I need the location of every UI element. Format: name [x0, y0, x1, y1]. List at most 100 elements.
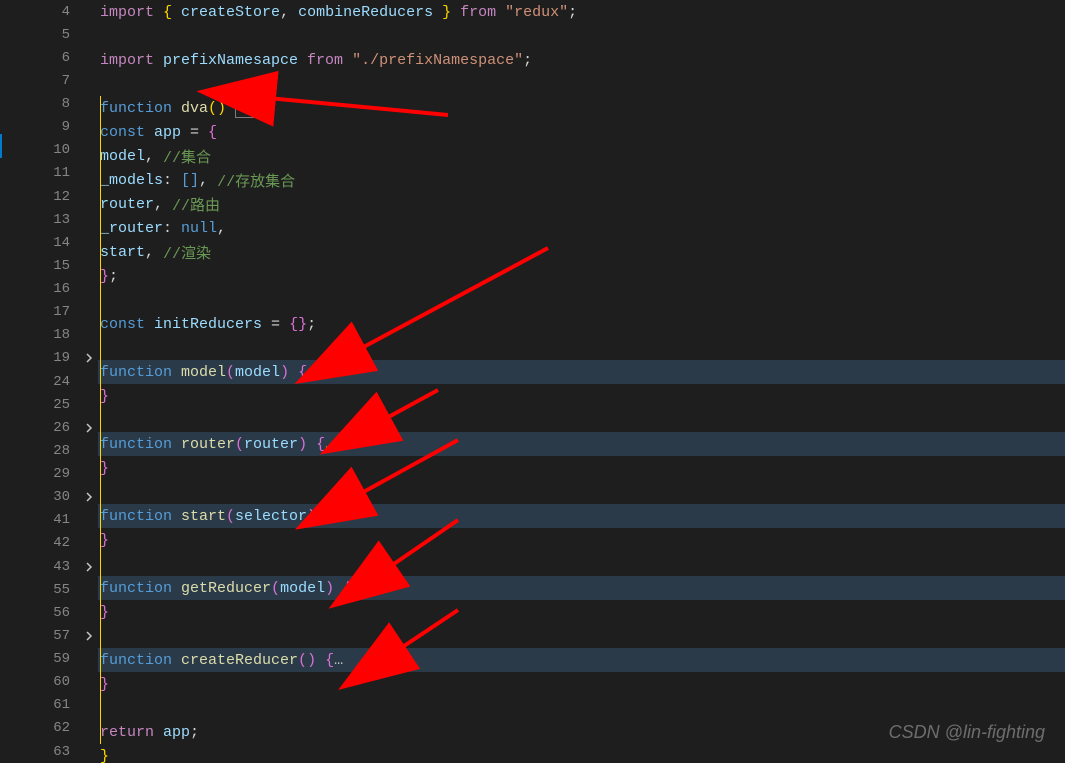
code-line[interactable]: [98, 72, 1065, 96]
gutter-row: 19: [20, 347, 98, 370]
code-line[interactable]: };: [98, 264, 1065, 288]
line-number: 5: [40, 27, 80, 43]
gutter-row: 12: [20, 185, 98, 208]
line-number: 11: [40, 165, 80, 181]
code-line[interactable]: [98, 552, 1065, 576]
code-line[interactable]: [98, 696, 1065, 720]
code-line[interactable]: [98, 288, 1065, 312]
gutter-row: 8: [20, 93, 98, 116]
code-line[interactable]: function model(model) {…: [98, 360, 1065, 384]
code-line[interactable]: [98, 24, 1065, 48]
code-line[interactable]: }: [98, 384, 1065, 408]
gutter-row: 16: [20, 278, 98, 301]
line-number: 14: [40, 235, 80, 251]
line-number: 29: [40, 466, 80, 482]
gutter-row: 41: [20, 509, 98, 532]
line-number: 7: [40, 73, 80, 89]
gutter-row: 61: [20, 694, 98, 717]
code-line[interactable]: function createReducer() {…: [98, 648, 1065, 672]
code-line[interactable]: const app = {: [98, 120, 1065, 144]
line-number: 17: [40, 304, 80, 320]
line-number: 6: [40, 50, 80, 66]
line-number: 43: [40, 559, 80, 575]
code-line[interactable]: _router: null,: [98, 216, 1065, 240]
code-line[interactable]: function getReducer(model) {…: [98, 576, 1065, 600]
activity-bar: [0, 0, 20, 763]
line-number: 41: [40, 512, 80, 528]
gutter-row: 42: [20, 532, 98, 555]
line-number: 55: [40, 582, 80, 598]
line-number: 15: [40, 258, 80, 274]
code-line[interactable]: [98, 480, 1065, 504]
scope-guide: [100, 96, 101, 744]
code-line[interactable]: }: [98, 456, 1065, 480]
gutter-row: 62: [20, 717, 98, 740]
line-number: 18: [40, 327, 80, 343]
line-number: 62: [40, 720, 80, 736]
line-number: 16: [40, 281, 80, 297]
activity-marker: [0, 134, 2, 158]
gutter: 4567891011121314151617181924252628293041…: [20, 0, 98, 763]
gutter-row: 43: [20, 555, 98, 578]
code-line[interactable]: function dva() {: [98, 96, 1065, 120]
code-line[interactable]: model, //集合: [98, 144, 1065, 168]
gutter-row: 28: [20, 439, 98, 462]
code-line[interactable]: import prefixNamesapce from "./prefixNam…: [98, 48, 1065, 72]
gutter-row: 14: [20, 231, 98, 254]
line-number: 24: [40, 374, 80, 390]
fold-icon[interactable]: [80, 349, 98, 367]
line-number: 13: [40, 212, 80, 228]
gutter-row: 30: [20, 486, 98, 509]
fold-icon[interactable]: [80, 558, 98, 576]
fold-icon[interactable]: [80, 627, 98, 645]
line-number: 10: [40, 142, 80, 158]
line-number: 8: [40, 96, 80, 112]
gutter-row: 7: [20, 69, 98, 92]
line-number: 25: [40, 397, 80, 413]
gutter-row: 4: [20, 0, 98, 23]
code-line[interactable]: function router(router) {…: [98, 432, 1065, 456]
line-number: 57: [40, 628, 80, 644]
gutter-row: 11: [20, 162, 98, 185]
gutter-row: 9: [20, 116, 98, 139]
code-line[interactable]: }: [98, 528, 1065, 552]
line-number: 28: [40, 443, 80, 459]
code-line[interactable]: import { createStore, combineReducers } …: [98, 0, 1065, 24]
line-number: 4: [40, 4, 80, 20]
code-line[interactable]: const initReducers = {};: [98, 312, 1065, 336]
gutter-row: 29: [20, 463, 98, 486]
code-line[interactable]: }: [98, 744, 1065, 763]
gutter-row: 24: [20, 370, 98, 393]
gutter-row: 17: [20, 301, 98, 324]
line-number: 42: [40, 535, 80, 551]
line-number: 63: [40, 744, 80, 760]
gutter-row: 63: [20, 740, 98, 763]
gutter-row: 18: [20, 324, 98, 347]
code-line[interactable]: [98, 408, 1065, 432]
line-number: 30: [40, 489, 80, 505]
code-line[interactable]: }: [98, 672, 1065, 696]
gutter-row: 26: [20, 416, 98, 439]
line-number: 26: [40, 420, 80, 436]
code-line[interactable]: router, //路由: [98, 192, 1065, 216]
gutter-row: 55: [20, 578, 98, 601]
code-line[interactable]: start, //渲染: [98, 240, 1065, 264]
gutter-row: 10: [20, 139, 98, 162]
gutter-row: 13: [20, 208, 98, 231]
gutter-row: 56: [20, 601, 98, 624]
line-number: 59: [40, 651, 80, 667]
gutter-row: 25: [20, 393, 98, 416]
code-line[interactable]: }: [98, 600, 1065, 624]
code-line[interactable]: function start(selector) { …: [98, 504, 1065, 528]
gutter-row: 60: [20, 671, 98, 694]
code-area[interactable]: import { createStore, combineReducers } …: [98, 0, 1065, 763]
line-number: 56: [40, 605, 80, 621]
line-number: 9: [40, 119, 80, 135]
fold-icon[interactable]: [80, 488, 98, 506]
gutter-row: 59: [20, 648, 98, 671]
gutter-row: 57: [20, 624, 98, 647]
code-line[interactable]: [98, 336, 1065, 360]
code-line[interactable]: _models: [], //存放集合: [98, 168, 1065, 192]
code-line[interactable]: [98, 624, 1065, 648]
fold-icon[interactable]: [80, 419, 98, 437]
